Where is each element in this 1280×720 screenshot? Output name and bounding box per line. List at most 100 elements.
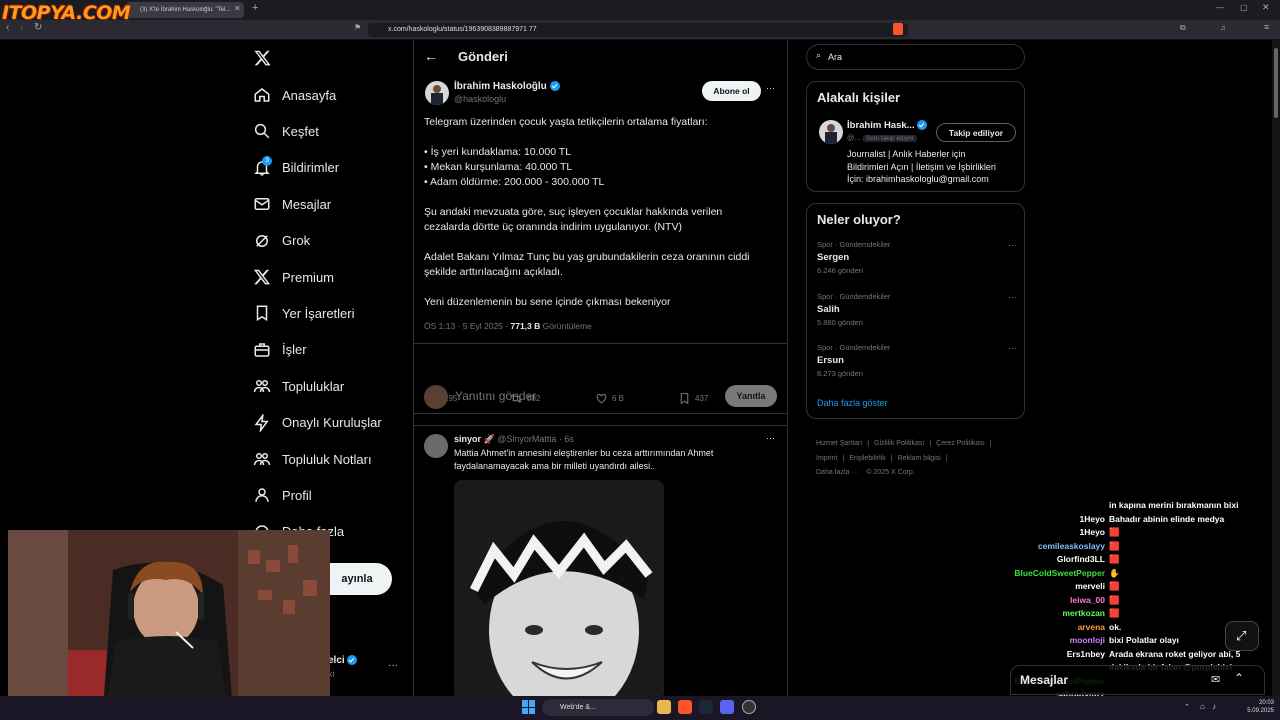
close-window-icon[interactable]: ✕	[1262, 2, 1270, 13]
trend-more-icon[interactable]: ···	[1008, 240, 1017, 250]
reload-icon[interactable]: ↻	[34, 22, 42, 33]
trend-category: Spor · Gündemdekiler	[817, 291, 891, 301]
bolt-icon	[252, 413, 272, 433]
nav-item-bell[interactable]: 3 Bildirimler	[252, 153, 339, 183]
windows-start-icon[interactable]	[522, 700, 536, 714]
reply-more-icon[interactable]: ···	[766, 433, 775, 443]
chat-text: Arada ekrana roket geliyor abi, 5	[1109, 648, 1241, 659]
expand-icon[interactable]: ⌃	[1234, 671, 1244, 685]
file-explorer-icon[interactable]	[657, 700, 671, 714]
minimize-icon[interactable]: —	[1216, 3, 1224, 12]
nav-item-search[interactable]: Keşfet	[252, 116, 319, 146]
menu-icon[interactable]: ≡	[1264, 22, 1269, 32]
trend-item[interactable]: Spor · Gündemdekiler Sergen 6.246 gönderi ·…	[817, 240, 1017, 286]
scrollbar-thumb[interactable]	[1274, 48, 1278, 118]
chat-username[interactable]: Glorfind3LL	[1000, 554, 1105, 564]
author-avatar[interactable]	[425, 81, 449, 105]
chat-username[interactable]: arvena	[1000, 622, 1105, 632]
trend-count: 5.880 gönderi	[817, 317, 863, 327]
chat-username[interactable]: moonloji	[1000, 635, 1105, 645]
volume-icon[interactable]: ♪	[1212, 702, 1216, 711]
reply-author-name[interactable]: sinyor	[454, 434, 481, 444]
extensions-icon[interactable]: ⧉	[1180, 23, 1186, 33]
browser-tab[interactable]: (3) X'te İbrahim Haskoloğlu: "Tel...	[126, 2, 244, 18]
tab-close-icon[interactable]: ✕	[234, 4, 241, 13]
trend-more-icon[interactable]: ···	[1008, 292, 1017, 302]
steam-icon[interactable]	[699, 700, 713, 714]
new-tab-icon[interactable]: +	[252, 2, 258, 14]
nav-item-people[interactable]: Topluluklar	[252, 371, 344, 401]
chat-popout-icon[interactable]: ⤢	[1225, 621, 1259, 651]
chat-message: mertkozan 🟥	[1000, 608, 1280, 621]
reply-author-avatar[interactable]	[424, 434, 448, 458]
nav-item-bookmark[interactable]: Yer İşaretleri	[252, 298, 355, 328]
related-avatar[interactable]	[819, 120, 843, 144]
chat-username[interactable]: cemileaskoslayy	[1000, 541, 1105, 551]
maximize-icon[interactable]: ▢	[1240, 3, 1248, 12]
author-handle[interactable]: @haskologlu	[454, 94, 506, 104]
messages-drawer-title: Mesajlar	[1020, 673, 1069, 687]
music-icon[interactable]: ♫	[1220, 23, 1226, 32]
footer-link[interactable]: Hizmet Şartları	[816, 440, 862, 447]
chat-username[interactable]: 1Heyo	[1000, 527, 1105, 537]
chat-text: ✋	[1109, 567, 1120, 578]
brave-icon[interactable]	[678, 700, 692, 714]
search-box[interactable]: ⌕ Ara	[806, 44, 1025, 70]
tweet-text-line: • Adam öldürme: 200.000 - 300.000 TL	[424, 176, 605, 188]
chat-username[interactable]: mertkozan	[1000, 608, 1105, 618]
related-name[interactable]: İbrahim Hask...	[847, 120, 928, 131]
bookmark-action[interactable]: 437	[678, 392, 708, 405]
taskbar-clock[interactable]: 20:03 5.09.2025	[1240, 699, 1274, 715]
child-photo-image	[454, 480, 664, 696]
trend-item[interactable]: Spor · Gündemdekiler Salih 5.880 gönderi ··…	[817, 292, 1017, 338]
brave-shield-icon[interactable]	[893, 23, 903, 35]
nav-item-grok[interactable]: Grok	[252, 226, 310, 256]
back-icon[interactable]: ‹	[6, 22, 9, 33]
follow-button[interactable]: Abone ol	[702, 81, 761, 101]
page-scrollbar[interactable]	[1272, 40, 1280, 696]
reply-button[interactable]: Yanıtla	[725, 385, 777, 407]
chat-username[interactable]: Ers1nbey	[1000, 649, 1105, 659]
trend-item[interactable]: Spor · Gündemdekiler Ersun 8.273 gönderi ··…	[817, 343, 1017, 389]
nav-item-bolt[interactable]: Onaylı Kuruluşlar	[252, 408, 382, 438]
chat-username[interactable]: leiwa_00	[1000, 595, 1105, 605]
account-name[interactable]: elci	[328, 655, 358, 666]
footer-more-link[interactable]: Daha fazla ···	[816, 469, 858, 476]
reply-input[interactable]: Yanıtını gönder	[455, 389, 536, 403]
discord-icon[interactable]	[720, 700, 734, 714]
nav-item-briefcase[interactable]: İşler	[252, 335, 307, 365]
footer-link[interactable]: Gizlilik Politikası	[874, 440, 924, 447]
footer-link[interactable]: Çerez Politikası	[936, 440, 985, 447]
bookmark-page-icon[interactable]: ⚑	[354, 23, 361, 32]
network-icon[interactable]: ⌂	[1200, 702, 1205, 711]
back-arrow-icon[interactable]: ←	[424, 48, 438, 64]
nav-item-person[interactable]: Profil	[252, 480, 312, 510]
search-input[interactable]: Ara	[828, 52, 842, 62]
nav-item-mail[interactable]: Mesajlar	[252, 189, 331, 219]
author-name[interactable]: İbrahim Haskoloğlu	[454, 81, 560, 92]
nav-item-home[interactable]: Anasayfa	[252, 80, 336, 110]
nav-item-notes[interactable]: Topluluk Notları	[252, 444, 372, 474]
following-button[interactable]: Takip ediliyor	[936, 123, 1016, 142]
chat-username[interactable]: BlueColdSweetPepper	[1000, 568, 1105, 578]
trend-more-icon[interactable]: ···	[1008, 343, 1017, 353]
new-message-icon[interactable]: ✉	[1211, 673, 1220, 686]
show-more-link[interactable]: Daha fazla göster	[817, 398, 888, 408]
account-more-icon[interactable]: ···	[388, 660, 398, 671]
page-title: Gönderi	[458, 49, 508, 64]
like-action[interactable]: 6 B	[595, 392, 624, 405]
forward-icon[interactable]: ›	[20, 22, 23, 33]
url-input[interactable]: x.com/haskologlu/status/1963908389887971…	[368, 23, 908, 37]
chat-username[interactable]: 1Heyo	[1000, 514, 1105, 524]
chat-username[interactable]: merveli	[1000, 581, 1105, 591]
tray-chevron-icon[interactable]: ⌃	[1184, 703, 1190, 711]
taskbar-search[interactable]: Web'de &...	[542, 699, 654, 716]
x-logo-icon[interactable]	[253, 49, 272, 67]
obs-icon[interactable]	[742, 700, 756, 714]
nav-item-label: Profil	[282, 487, 312, 503]
messages-drawer[interactable]: Mesajlar ✉ ⌃	[1010, 665, 1265, 695]
tweet-more-icon[interactable]: ···	[766, 83, 775, 93]
nav-item-x-logo[interactable]: Premium	[252, 262, 334, 292]
reply-author-handle[interactable]: @SinyorMattia · 6s	[497, 434, 574, 444]
reply-photo[interactable]	[454, 480, 664, 696]
